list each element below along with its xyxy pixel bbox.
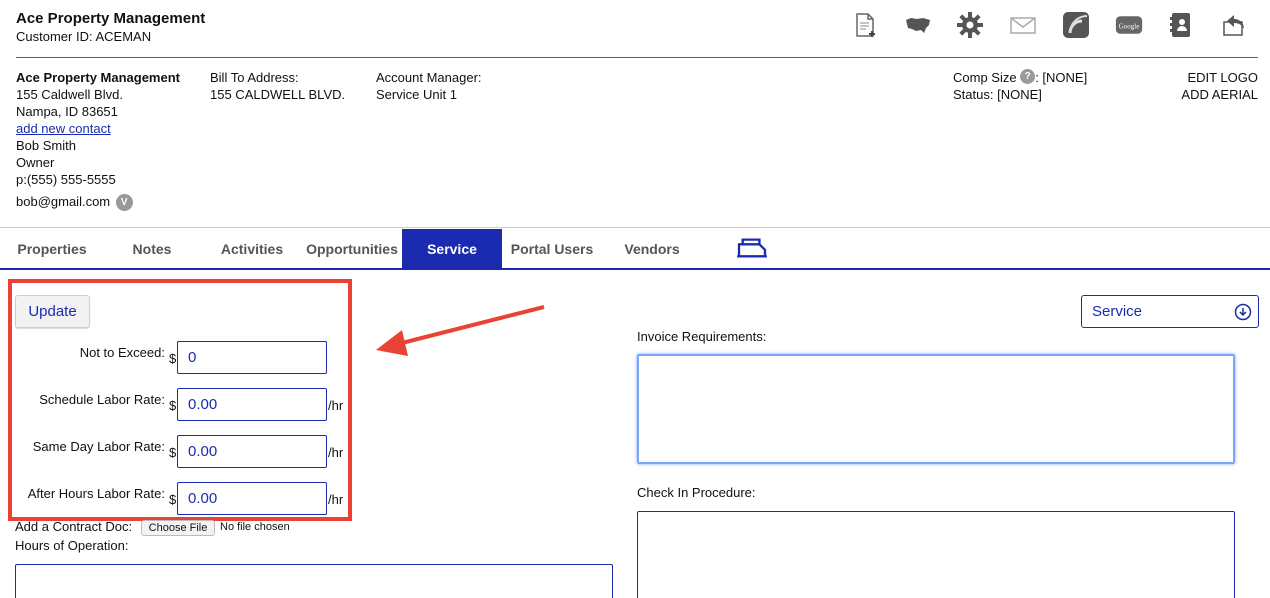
edit-logo-link[interactable]: EDIT LOGO [1181,69,1258,86]
mail-icon[interactable] [1008,10,1038,40]
logo-links: EDIT LOGO ADD AERIAL [1181,69,1258,103]
usa-map-icon[interactable] [903,10,933,40]
back-reply-icon[interactable] [1219,10,1249,40]
help-icon[interactable]: ? [1020,69,1036,84]
tab-service[interactable]: Service [402,229,502,269]
dropdown-arrow-icon [1234,303,1252,321]
highlight-box [8,279,352,521]
hours-of-operation-textarea[interactable] [15,564,613,598]
status-text: Status: [NONE] [953,87,1042,102]
tab-vendors[interactable]: Vendors [610,229,694,269]
add-aerial-link[interactable]: ADD AERIAL [1181,86,1258,103]
annotation-arrow [376,305,545,356]
bill-to-label: Bill To Address: [210,70,299,85]
account-manager-value: Service Unit 1 [376,87,457,102]
choose-file-button[interactable]: Choose File [141,520,215,536]
contact-email: bob@gmail.com [16,194,111,209]
contact-title: Owner [16,155,55,170]
tab-opportunities[interactable]: Opportunities [304,229,400,269]
invoice-requirements-textarea[interactable] [637,354,1235,464]
service-dropdown[interactable]: Service [1081,295,1259,328]
no-file-chosen-text: No file chosen [220,521,290,533]
service-dropdown-value: Service [1092,303,1143,320]
customer-id: Customer ID: ACEMAN [16,29,152,44]
comp-size-value: : [NONE] [1035,70,1088,85]
add-document-icon[interactable] [850,10,880,40]
company-title: Ace Property Management [16,10,206,27]
customer-name: Ace Property Management [16,70,180,85]
customer-address-line2: Nampa, ID 83651 [16,104,118,119]
customer-address-line1: 155 Caldwell Blvd. [16,87,123,102]
bill-to-address: 155 CALDWELL BLVD. [210,87,346,102]
comp-info: Comp Size ?: [NONE] Status: [NONE] [953,69,1087,103]
tab-notes[interactable]: Notes [112,229,192,269]
check-in-procedure-label: Check In Procedure: [637,485,756,500]
header-divider [16,57,1258,58]
hours-of-operation-label: Hours of Operation: [15,538,129,553]
svg-text:Google: Google [1119,23,1140,31]
tabs-top-border [0,227,1270,228]
vcard-badge[interactable]: V [115,194,133,212]
contact-phone: p:(555) 555-5555 [16,172,116,187]
invoice-requirements-label: Invoice Requirements: [637,329,767,344]
tab-truck-icon[interactable] [728,229,776,269]
check-in-procedure-textarea[interactable] [637,511,1235,598]
gear-icon[interactable] [955,10,985,40]
comp-size-label: Comp Size [953,70,1017,85]
tabs-bottom-border [0,268,1270,270]
google-icon[interactable]: Google [1113,10,1145,40]
add-contact-link[interactable]: add new contact [16,121,111,136]
tab-portal-users[interactable]: Portal Users [504,229,600,269]
rss-feed-icon[interactable] [1061,10,1091,40]
account-info: Account Manager: Service Unit 1 [376,69,482,103]
address-book-icon[interactable] [1166,10,1196,40]
contract-doc-label: Add a Contract Doc: [15,519,133,534]
tab-properties[interactable]: Properties [8,229,96,269]
customer-info: Ace Property Management 155 Caldwell Blv… [16,69,180,212]
account-manager-label: Account Manager: [376,70,482,85]
tab-activities[interactable]: Activities [210,229,294,269]
billing-info: Bill To Address: 155 CALDWELL BLVD. [210,69,345,103]
contact-name: Bob Smith [16,138,76,153]
